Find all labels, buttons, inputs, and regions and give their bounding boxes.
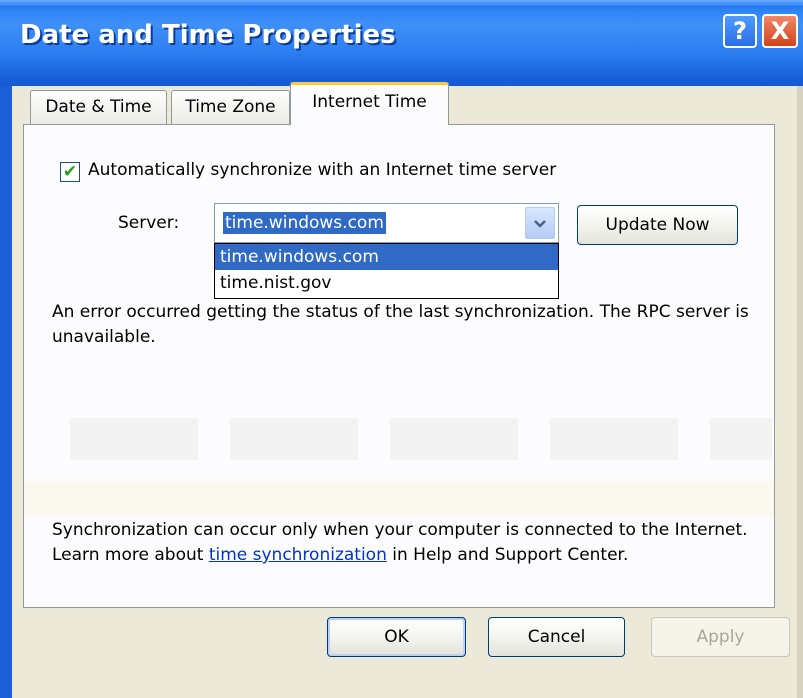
help-button[interactable]: ?	[723, 14, 757, 48]
placeholder-block	[70, 418, 198, 460]
server-label: Server:	[118, 213, 180, 233]
tab-date-time[interactable]: Date & Time	[30, 90, 167, 124]
update-now-button[interactable]: Update Now	[577, 205, 738, 245]
panel-placeholder-blocks	[44, 418, 784, 460]
time-sync-help-link[interactable]: time synchronization	[209, 545, 387, 565]
server-dropdown-list: time.windows.com time.nist.gov	[214, 243, 559, 299]
placeholder-block	[230, 418, 358, 460]
tab-time-zone[interactable]: Time Zone	[171, 90, 290, 124]
window-frame-left	[0, 86, 12, 698]
tab-internet-time[interactable]: Internet Time	[290, 82, 449, 125]
ok-button[interactable]: OK	[327, 617, 466, 657]
server-combobox[interactable]: time.windows.com	[214, 203, 559, 243]
placeholder-block	[710, 418, 772, 460]
window-title: Date and Time Properties	[20, 20, 396, 50]
server-combobox-value[interactable]: time.windows.com	[223, 212, 386, 234]
placeholder-block	[390, 418, 518, 460]
chevron-down-icon[interactable]	[525, 207, 555, 239]
window-frame-right	[797, 86, 803, 698]
auto-sync-checkbox[interactable]: ✔	[60, 162, 80, 182]
close-button[interactable]: X	[762, 14, 798, 48]
panel-band	[24, 481, 774, 517]
apply-button[interactable]: Apply	[651, 617, 790, 657]
info-text-after-link: in Help and Support Center.	[386, 545, 629, 565]
placeholder-block	[550, 418, 678, 460]
dropdown-option-time-windows[interactable]: time.windows.com	[215, 244, 558, 270]
cancel-button[interactable]: Cancel	[488, 617, 625, 657]
title-bar[interactable]: Date and Time Properties ? X	[0, 0, 803, 86]
dropdown-option-time-nist[interactable]: time.nist.gov	[215, 270, 558, 296]
auto-sync-label[interactable]: Automatically synchronize with an Intern…	[88, 160, 556, 180]
sync-status-text: An error occurred getting the status of …	[52, 302, 749, 347]
sync-info-text: Synchronization can occur only when your…	[52, 518, 764, 568]
title-bar-highlight	[0, 0, 803, 6]
